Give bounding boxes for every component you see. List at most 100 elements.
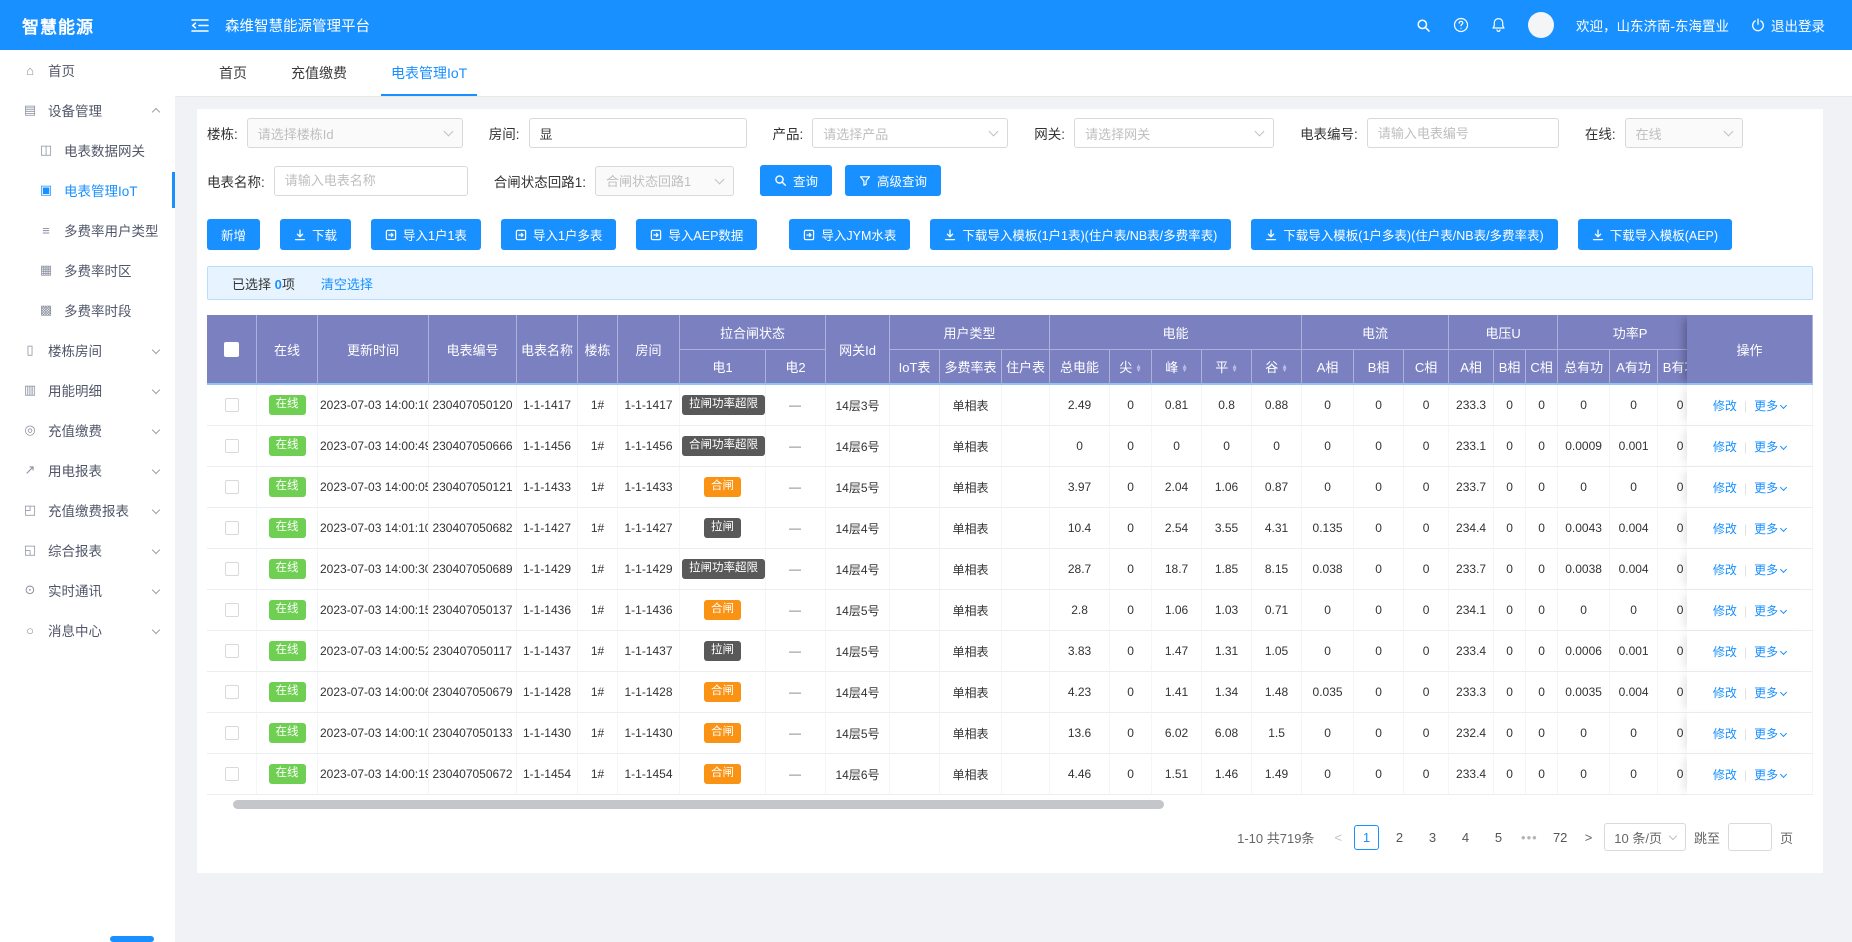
toolbar-button[interactable]: 下载导入模板(1户多表)(住户表/NB表/多费率表) [1251, 219, 1557, 250]
tab-item[interactable]: 充值缴费 [281, 50, 357, 96]
sidebar-item[interactable]: ▤设备管理 [0, 90, 175, 130]
menu-collapse-icon[interactable] [191, 18, 209, 33]
row-checkbox[interactable] [225, 398, 239, 412]
sidebar-item[interactable]: ▦多费率时区 [0, 250, 175, 290]
edit-link[interactable]: 修改 [1713, 686, 1737, 700]
more-link[interactable]: 更多 [1754, 440, 1786, 454]
more-link[interactable]: 更多 [1754, 645, 1786, 659]
row-checkbox[interactable] [225, 480, 239, 494]
more-link[interactable]: 更多 [1754, 686, 1786, 700]
filter-input[interactable] [529, 118, 747, 148]
sidebar-item[interactable]: ↗用电报表 [0, 450, 175, 490]
pagination-page-3[interactable]: 3 [1420, 825, 1445, 850]
avatar[interactable] [1528, 12, 1554, 38]
more-link[interactable]: 更多 [1754, 727, 1786, 741]
toolbar-button[interactable]: 下载 [280, 219, 351, 250]
more-link[interactable]: 更多 [1754, 768, 1786, 782]
sidebar-item[interactable]: ▯楼栋房间 [0, 330, 175, 370]
pagination-page-1[interactable]: 1 [1354, 825, 1379, 850]
logout-button[interactable]: 退出登录 [1751, 15, 1825, 35]
sidebar-item[interactable]: ≡多费率用户类型 [0, 210, 175, 250]
sidebar-item[interactable]: ▣电表管理IoT [0, 170, 175, 210]
row-checkbox[interactable] [225, 726, 239, 740]
power-cell: 0.0009 [1558, 426, 1610, 467]
sidebar-item[interactable]: ◎充值缴费 [0, 410, 175, 450]
toolbar-button[interactable]: 新增 [207, 219, 260, 250]
toolbar-button[interactable]: 下载导入模板(AEP) [1578, 219, 1732, 250]
edit-link[interactable]: 修改 [1713, 440, 1737, 454]
filter-select[interactable]: 请选择网关 [1074, 118, 1274, 148]
more-link[interactable]: 更多 [1754, 399, 1786, 413]
edit-link[interactable]: 修改 [1713, 399, 1737, 413]
edit-link[interactable]: 修改 [1713, 768, 1737, 782]
pagination-next-button[interactable]: > [1581, 830, 1597, 845]
sidebar-item[interactable]: ▥用能明细 [0, 370, 175, 410]
sidebar-item[interactable]: ⊙实时通讯 [0, 570, 175, 610]
toolbar-button[interactable]: 导入1户1表 [371, 219, 481, 250]
toolbar-button[interactable]: 下载导入模板(1户1表)(住户表/NB表/多费率表) [930, 219, 1231, 250]
edit-link[interactable]: 修改 [1713, 645, 1737, 659]
row-checkbox[interactable] [225, 439, 239, 453]
toolbar-button[interactable]: 导入1户多表 [501, 219, 616, 250]
pagination-page-2[interactable]: 2 [1387, 825, 1412, 850]
sort-icons[interactable]: ▲▼ [1135, 365, 1141, 373]
row-checkbox[interactable] [225, 685, 239, 699]
page-size-select[interactable]: 10 条/页 [1604, 823, 1686, 851]
filter-input[interactable] [1367, 118, 1559, 148]
horizontal-scrollbar-thumb[interactable] [233, 800, 1164, 809]
pagination-page-4[interactable]: 4 [1453, 825, 1478, 850]
energy-cell: 0.8 [1202, 385, 1252, 426]
select-all-checkbox[interactable] [224, 342, 239, 357]
row-checkbox[interactable] [225, 767, 239, 781]
toolbar-button[interactable]: 导入AEP数据 [636, 219, 757, 250]
edit-link[interactable]: 修改 [1713, 481, 1737, 495]
sidebar-item[interactable]: ◫电表数据网关 [0, 130, 175, 170]
tab-active[interactable]: 电表管理IoT [381, 50, 477, 96]
sort-icons[interactable]: ▲▼ [1181, 365, 1187, 373]
filter-select[interactable]: 请选择产品 [812, 118, 1008, 148]
sidebar-item[interactable]: ▩多费率时段 [0, 290, 175, 330]
column-header[interactable]: 峰▲▼ [1152, 350, 1202, 385]
clear-selection-link[interactable]: 清空选择 [321, 274, 373, 293]
sidebar-item[interactable]: ○消息中心 [0, 610, 175, 650]
sidebar-item-label: 设备管理 [48, 100, 102, 120]
sort-icons[interactable]: ▲▼ [1231, 365, 1237, 373]
sidebar-item[interactable]: ⌂首页 [0, 50, 175, 90]
pagination-page-72[interactable]: 72 [1548, 825, 1573, 850]
more-link[interactable]: 更多 [1754, 522, 1786, 536]
sort-icons[interactable]: ▲▼ [1281, 365, 1287, 373]
filter-select[interactable]: 请选择楼栋Id [247, 118, 463, 148]
tab-item[interactable]: 首页 [209, 50, 257, 96]
edit-link[interactable]: 修改 [1713, 563, 1737, 577]
more-link[interactable]: 更多 [1754, 604, 1786, 618]
sidebar-item[interactable]: ◰充值缴费报表 [0, 490, 175, 530]
advanced-search-button[interactable]: 高级查询 [845, 165, 941, 196]
edit-link[interactable]: 修改 [1713, 604, 1737, 618]
bell-icon[interactable] [1491, 17, 1506, 33]
row-checkbox[interactable] [225, 562, 239, 576]
pagination-page-5[interactable]: 5 [1486, 825, 1511, 850]
more-link[interactable]: 更多 [1754, 563, 1786, 577]
online-cell: 在线 [257, 713, 318, 754]
filter-select[interactable]: 合闸状态回路1 [595, 166, 734, 196]
search-button[interactable]: 查询 [760, 165, 832, 196]
more-link[interactable]: 更多 [1754, 481, 1786, 495]
column-header[interactable]: 尖▲▼ [1110, 350, 1152, 385]
row-checkbox[interactable] [225, 644, 239, 658]
edit-link[interactable]: 修改 [1713, 522, 1737, 536]
help-icon[interactable] [1453, 17, 1469, 33]
pagination-prev-button[interactable]: < [1330, 830, 1346, 845]
filter-select[interactable]: 在线 [1625, 118, 1743, 148]
column-header[interactable]: 平▲▼ [1202, 350, 1252, 385]
row-checkbox[interactable] [225, 603, 239, 617]
toolbar-button[interactable]: 导入JYM水表 [789, 219, 910, 250]
sidebar-item[interactable]: ◱综合报表 [0, 530, 175, 570]
search-icon[interactable] [1416, 18, 1431, 33]
voltage-cell: 233.3 [1449, 385, 1494, 426]
row-checkbox[interactable] [225, 521, 239, 535]
jump-page-input[interactable] [1728, 823, 1772, 851]
edit-link[interactable]: 修改 [1713, 727, 1737, 741]
sidebar-scrollbar-thumb[interactable] [110, 936, 154, 942]
filter-input[interactable] [274, 166, 468, 196]
column-header[interactable]: 谷▲▼ [1252, 350, 1302, 385]
